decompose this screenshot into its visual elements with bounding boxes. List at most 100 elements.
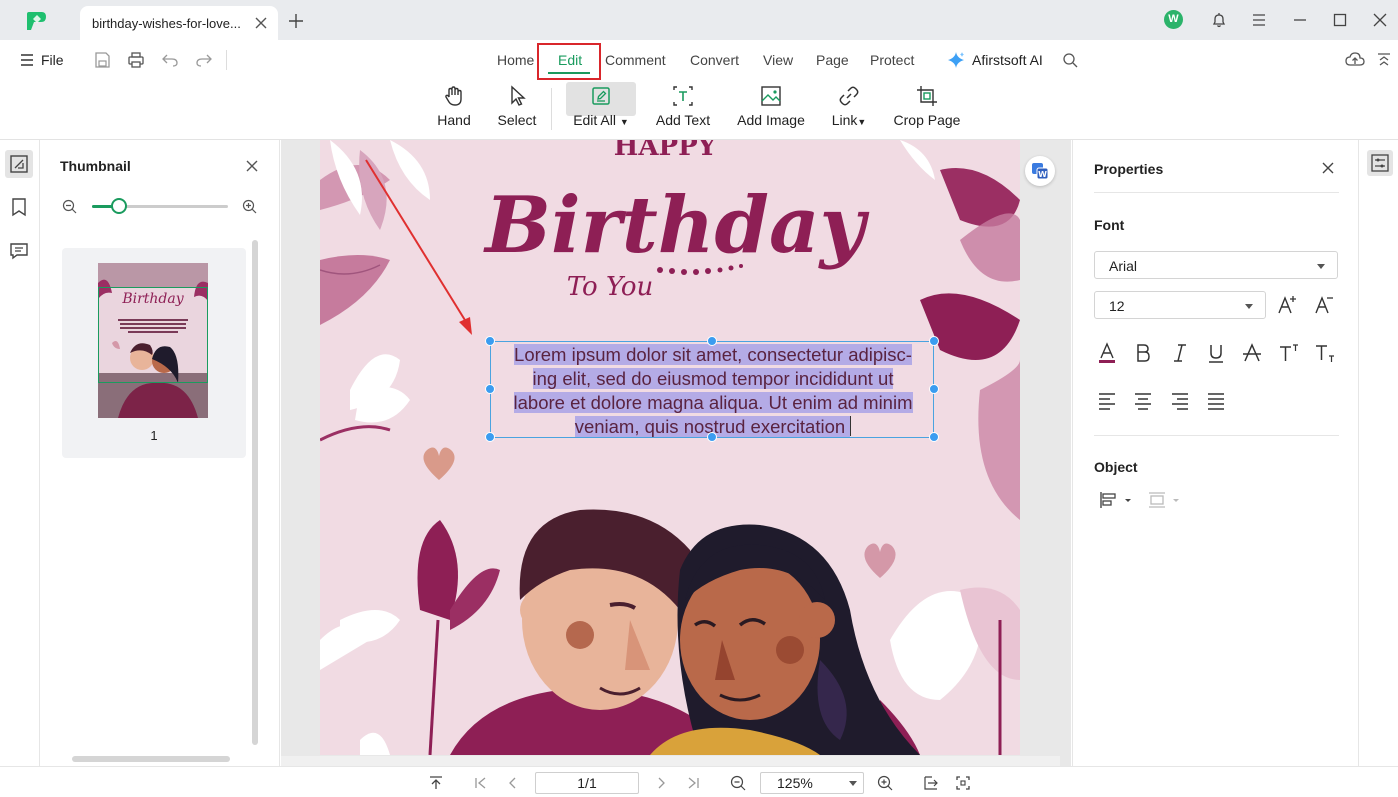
resize-handle-bottom[interactable] [707,432,717,442]
cloud-upload-icon[interactable] [1345,51,1365,69]
collapse-ribbon-icon[interactable] [1377,52,1391,68]
align-right-icon[interactable] [1169,390,1191,412]
thumbnail-zoom-handle[interactable] [111,198,128,214]
add-text-button[interactable]: Add Text [654,80,712,136]
resize-handle-top-right[interactable] [929,336,939,346]
thumbnail-vertical-scrollbar[interactable] [252,240,258,745]
next-page-icon[interactable] [653,775,669,791]
subscript-icon[interactable] [1313,342,1335,364]
bold-icon[interactable] [1132,342,1154,364]
tab-edit[interactable]: Edit [558,52,582,68]
align-justify-icon[interactable] [1205,390,1227,412]
selected-text-box[interactable]: Lorem ipsum dolor sit amet, consectetur … [485,336,939,442]
font-family-dropdown[interactable]: Arial [1094,251,1338,279]
fit-width-icon[interactable] [923,775,939,791]
dropdown-caret-icon: ▼ [857,117,867,127]
close-tab-icon[interactable] [254,16,268,30]
first-page-icon[interactable] [473,775,489,791]
last-page-icon[interactable] [685,775,701,791]
print-icon[interactable] [127,51,145,69]
hamburger-menu-icon[interactable] [1251,12,1267,28]
text-line[interactable]: Lorem ipsum dolor sit amet, consectetur … [514,344,912,365]
translate-button[interactable]: W [1025,156,1055,186]
back-to-top-icon[interactable] [428,775,444,791]
zoom-in-icon[interactable] [877,775,893,791]
font-color-icon[interactable] [1096,342,1118,364]
text-line[interactable]: labore et dolore magna aliqua. Ut enim a… [513,392,913,413]
close-thumbnail-panel-icon[interactable] [245,159,259,173]
resize-handle-top[interactable] [707,336,717,346]
tab-comment[interactable]: Comment [605,52,666,68]
birthday-card-artwork: HAPPY Birthday To You [320,140,1020,755]
object-section-label: Object [1094,459,1138,475]
bell-icon[interactable] [1211,12,1227,28]
undo-icon[interactable] [161,51,179,69]
tab-view[interactable]: View [763,52,793,68]
hand-tool-button[interactable]: Hand [433,80,475,136]
chevron-down-icon [849,781,857,786]
thumbnail-icon [10,155,28,173]
underline-icon[interactable] [1205,342,1227,364]
bookmark-icon[interactable] [8,196,30,218]
edit-ribbon: Hand Select Edit All ▼ Add Text Add Imag… [0,80,1398,140]
pdf-page[interactable]: HAPPY Birthday To You Lorem ipsum dolor … [320,140,1020,755]
decrease-font-size-icon[interactable] [1312,294,1334,316]
resize-handle-bottom-left[interactable] [485,432,495,442]
link-button[interactable]: Link▼ [829,80,869,136]
tab-page[interactable]: Page [816,52,849,68]
text-line[interactable]: ing elit, sed do eiusmod tempor incididu… [532,368,894,389]
text-box-content[interactable]: Lorem ipsum dolor sit amet, consectetur … [491,342,935,439]
active-tab-indicator [548,72,590,74]
user-avatar[interactable]: W [1164,10,1183,29]
file-menu[interactable]: File [20,51,64,69]
resize-handle-right[interactable] [929,384,939,394]
close-properties-icon[interactable] [1321,161,1335,175]
tab-protect[interactable]: Protect [870,52,914,68]
resize-handle-left[interactable] [485,384,495,394]
increase-font-size-icon[interactable] [1276,294,1298,316]
comment-icon[interactable] [8,240,30,262]
font-family-value: Arial [1109,258,1138,274]
thumbnail-horizontal-scrollbar[interactable] [72,756,230,762]
divider [1094,192,1339,193]
add-image-button[interactable]: Add Image [736,80,806,136]
search-icon[interactable] [1062,52,1078,68]
properties-panel-icon [1371,154,1389,172]
save-icon[interactable] [93,51,111,69]
align-left-icon[interactable] [1096,390,1118,412]
translate-icon: W [1032,163,1049,180]
font-size-dropdown[interactable]: 12 [1094,291,1266,319]
zoom-out-icon[interactable] [62,199,77,214]
maximize-icon[interactable] [1332,12,1348,28]
select-tool-button[interactable]: Select [496,80,538,136]
zoom-out-icon[interactable] [730,775,746,791]
zoom-level-dropdown[interactable]: 125% [760,772,864,794]
tab-convert[interactable]: Convert [690,52,739,68]
zoom-in-icon[interactable] [242,199,257,214]
new-tab-icon[interactable] [288,13,304,29]
ai-assistant-button[interactable]: Afirstsoft AI [972,52,1043,68]
page-thumbnail-card[interactable]: Birthday 1 [62,248,246,458]
edit-all-button[interactable]: Edit All ▼ [566,80,636,136]
page-number-input[interactable]: 1/1 [535,772,639,794]
document-tab[interactable]: birthday-wishes-for-love... [80,6,278,40]
crop-page-button[interactable]: Crop Page [893,80,961,136]
close-window-icon[interactable] [1372,12,1388,28]
link-label-text: Link [831,112,858,128]
tab-home[interactable]: Home [497,52,534,68]
previous-page-icon[interactable] [505,775,521,791]
app-logo-icon [27,12,46,30]
document-horizontal-scrollbar[interactable] [281,756,1060,766]
strikethrough-icon[interactable] [1241,342,1263,364]
resize-handle-bottom-right[interactable] [929,432,939,442]
minimize-icon[interactable] [1292,12,1308,28]
fit-page-icon[interactable] [955,775,971,791]
align-center-icon[interactable] [1132,390,1154,412]
object-align-dropdown-icon[interactable] [1098,490,1134,510]
properties-toggle-button[interactable] [1367,150,1393,176]
svg-text:W: W [1038,170,1047,179]
superscript-icon[interactable] [1277,342,1299,364]
redo-icon[interactable] [195,51,213,69]
resize-handle-top-left[interactable] [485,336,495,346]
italic-icon[interactable] [1169,342,1191,364]
